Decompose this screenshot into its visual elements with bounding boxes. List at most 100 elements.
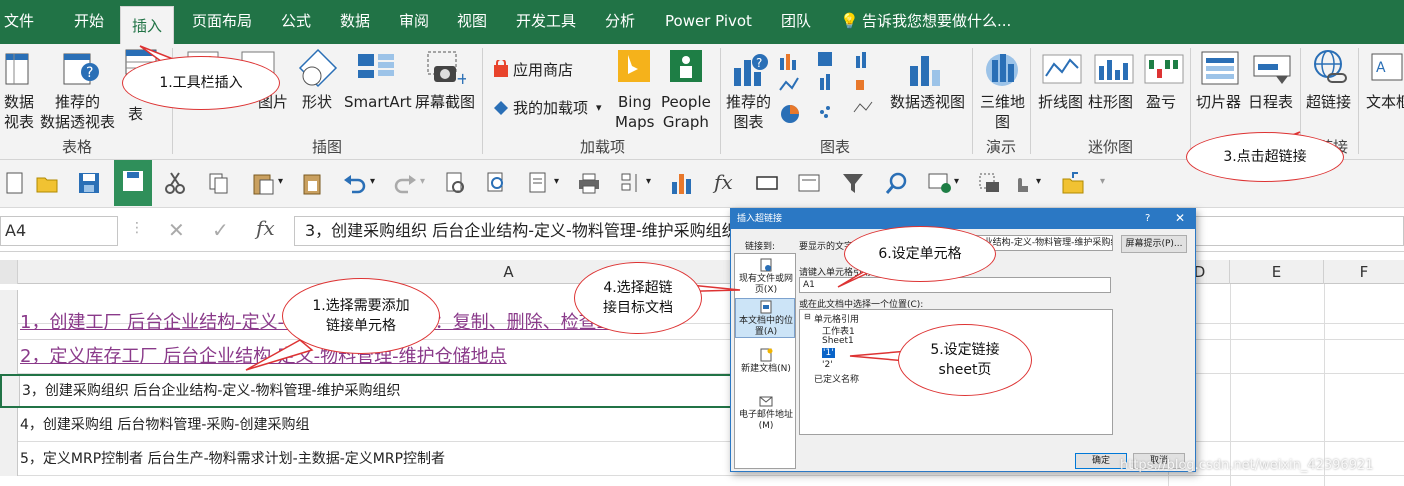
folder-upload-icon[interactable] bbox=[1060, 170, 1086, 196]
tab-analyze[interactable]: 分析 bbox=[605, 0, 635, 44]
paste-special-icon[interactable] bbox=[300, 170, 326, 196]
tab-file[interactable]: 文件 bbox=[4, 0, 34, 44]
shapes-label[interactable]: 形状 bbox=[302, 92, 332, 112]
new-file-icon[interactable] bbox=[2, 170, 28, 196]
tab-home[interactable]: 开始 bbox=[74, 0, 104, 44]
column-sparkline-label[interactable]: 柱形图 bbox=[1088, 92, 1133, 112]
bar-chart-icon[interactable] bbox=[668, 170, 694, 196]
pivot-chart-icon[interactable] bbox=[906, 50, 946, 88]
save-as-button[interactable] bbox=[114, 160, 152, 206]
chevron-down-icon[interactable]: ▾ bbox=[420, 176, 425, 187]
chevron-down-icon[interactable]: ▾ bbox=[278, 176, 283, 187]
pivot-chart-label[interactable]: 数据透视图 bbox=[890, 92, 965, 112]
link-email-address[interactable]: 电子邮件地址(M) bbox=[735, 410, 797, 432]
column-header-e[interactable]: E bbox=[1230, 260, 1324, 284]
select-all-corner[interactable] bbox=[0, 260, 18, 284]
screenshot-icon[interactable]: + bbox=[426, 50, 466, 88]
redo-icon[interactable] bbox=[392, 170, 418, 196]
chevron-down-icon[interactable]: ▾ bbox=[1036, 176, 1041, 187]
bing-maps-label[interactable]: Bing Maps bbox=[615, 92, 654, 132]
smartart-icon[interactable] bbox=[356, 50, 396, 84]
line-sparkline-label[interactable]: 折线图 bbox=[1038, 92, 1083, 112]
row-header[interactable] bbox=[0, 340, 18, 374]
people-graph-label[interactable]: People Graph bbox=[661, 92, 711, 132]
cut-icon[interactable] bbox=[162, 170, 188, 196]
printer-icon[interactable] bbox=[576, 170, 602, 196]
column-sparkline-icon[interactable] bbox=[1094, 54, 1134, 84]
chevron-down-icon[interactable]: ▾ bbox=[954, 176, 959, 187]
cell[interactable]: 5，定义MRP控制者 后台生产-物料需求计划-主数据-定义MRP控制者 bbox=[20, 442, 445, 476]
link-existing-file[interactable]: 现有文件或网页(X) bbox=[735, 274, 797, 296]
link-place-in-doc-label[interactable]: 本文档中的位置(A) bbox=[735, 316, 797, 338]
tab-review[interactable]: 审阅 bbox=[399, 0, 429, 44]
tab-team[interactable]: 团队 bbox=[781, 0, 811, 44]
row-header[interactable] bbox=[2, 376, 20, 406]
tab-formulas[interactable]: 公式 bbox=[281, 0, 311, 44]
search-icon[interactable] bbox=[884, 170, 910, 196]
chevron-down-icon[interactable]: ▾ bbox=[554, 176, 559, 187]
textbox-qat-icon[interactable] bbox=[796, 170, 822, 196]
link-new-document[interactable]: 新建文档(N) bbox=[735, 364, 797, 375]
textbox-label[interactable]: 文本框 bbox=[1366, 92, 1404, 112]
tree-item-defined-names[interactable]: 已定义名称 bbox=[814, 372, 859, 385]
tree-item-sheet[interactable]: Sheet1 bbox=[822, 336, 854, 346]
recommended-charts-icon[interactable]: ? bbox=[730, 50, 770, 90]
hyperlink-cell[interactable]: 2，定义库存工厂 后台企业结构-定义-物料管理-维护仓储地点 bbox=[20, 340, 507, 374]
save-icon[interactable] bbox=[76, 170, 102, 196]
hyperlink-label[interactable]: 超链接 bbox=[1306, 92, 1351, 112]
tree-item-selected-sheet[interactable]: '1' bbox=[822, 348, 835, 358]
print-preview-icon[interactable] bbox=[442, 170, 468, 196]
people-graph-icon[interactable] bbox=[670, 50, 702, 82]
insert-function-icon[interactable]: fx bbox=[256, 216, 275, 240]
recommended-pivot-icon[interactable]: ? bbox=[62, 50, 100, 90]
winloss-sparkline-label[interactable]: 盈亏 bbox=[1146, 92, 1176, 112]
name-box[interactable]: A4 bbox=[0, 216, 118, 246]
selected-cell[interactable]: 3，创建采购组织 后台企业结构-定义-物料管理-维护采购组织 bbox=[22, 376, 401, 406]
column-header-f[interactable]: F bbox=[1324, 260, 1404, 284]
conditional-format-icon[interactable] bbox=[926, 170, 952, 196]
row-header[interactable] bbox=[0, 408, 18, 442]
collapse-icon[interactable]: ⊟ bbox=[804, 312, 811, 321]
shapes-icon[interactable] bbox=[298, 48, 338, 88]
hyperlink-icon[interactable] bbox=[1310, 48, 1350, 88]
cancel-icon[interactable]: ✕ bbox=[168, 218, 185, 242]
3d-map-icon[interactable] bbox=[982, 50, 1022, 88]
tab-data[interactable]: 数据 bbox=[340, 0, 370, 44]
tab-developer[interactable]: 开发工具 bbox=[516, 0, 576, 44]
slicer-label[interactable]: 切片器 bbox=[1196, 92, 1241, 112]
page-setup-icon[interactable] bbox=[526, 170, 552, 196]
paste-icon[interactable] bbox=[250, 170, 276, 196]
camera-icon[interactable] bbox=[976, 170, 1002, 196]
my-addins-button[interactable]: 我的加载项 bbox=[513, 98, 588, 118]
slicer-icon[interactable] bbox=[1200, 50, 1240, 88]
close-icon[interactable]: ✕ bbox=[1175, 211, 1185, 225]
winloss-sparkline-icon[interactable] bbox=[1144, 54, 1184, 84]
recommended-charts-label[interactable]: 推荐的 图表 bbox=[726, 92, 771, 132]
pivot-table-icon[interactable] bbox=[4, 50, 32, 88]
tell-me-box[interactable]: 告诉我您想要做什么... bbox=[862, 0, 1011, 44]
row-header[interactable] bbox=[0, 306, 18, 340]
bing-maps-icon[interactable] bbox=[618, 50, 650, 82]
screentip-button[interactable]: 屏幕提示(P)... bbox=[1121, 235, 1187, 253]
rectangle-icon[interactable] bbox=[754, 170, 780, 196]
timeline-icon[interactable] bbox=[1252, 50, 1292, 88]
row-header[interactable] bbox=[0, 442, 18, 476]
help-button[interactable]: ? bbox=[1145, 213, 1150, 224]
screenshot-label[interactable]: 屏幕截图 bbox=[415, 92, 475, 112]
tab-view[interactable]: 视图 bbox=[457, 0, 487, 44]
chevron-down-icon[interactable]: ▾ bbox=[646, 176, 651, 187]
chart-type-buttons-icon[interactable] bbox=[778, 50, 878, 126]
cell-reference-input[interactable]: A1 bbox=[799, 277, 1111, 293]
open-folder-icon[interactable] bbox=[34, 170, 60, 196]
textbox-icon[interactable]: A bbox=[1370, 52, 1404, 84]
tab-power-pivot[interactable]: Power Pivot bbox=[665, 0, 752, 44]
smartart-label[interactable]: SmartArt bbox=[344, 92, 412, 112]
chevron-down-icon[interactable]: ▾ bbox=[596, 98, 602, 118]
store-icon[interactable] bbox=[492, 60, 510, 78]
touch-mode-icon[interactable] bbox=[1008, 170, 1034, 196]
chevron-down-icon[interactable]: ▾ bbox=[1100, 176, 1105, 187]
tab-page-layout[interactable]: 页面布局 bbox=[192, 0, 252, 44]
store-button[interactable]: 应用商店 bbox=[513, 60, 573, 80]
sort-icon[interactable] bbox=[618, 170, 644, 196]
cell[interactable]: 4，创建采购组 后台物料管理-采购-创建采购组 bbox=[20, 408, 309, 442]
